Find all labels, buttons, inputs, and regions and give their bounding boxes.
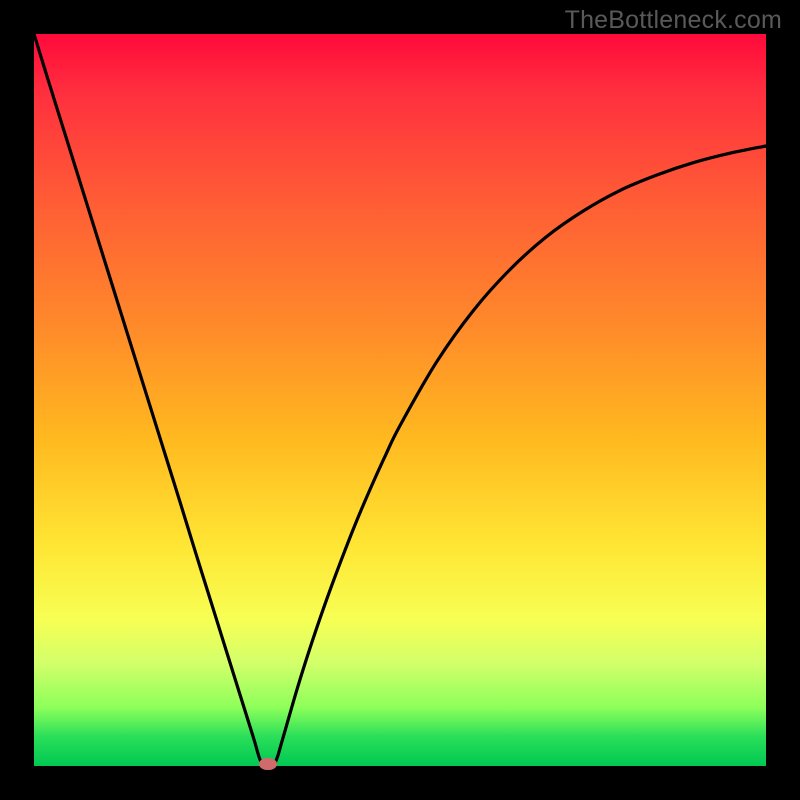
attribution-label: TheBottleneck.com [565,6,782,35]
curve-path [34,34,766,766]
bottleneck-curve [34,34,766,766]
chart-frame: TheBottleneck.com [0,0,800,800]
plot-area [34,34,766,766]
minimum-marker [259,758,277,770]
